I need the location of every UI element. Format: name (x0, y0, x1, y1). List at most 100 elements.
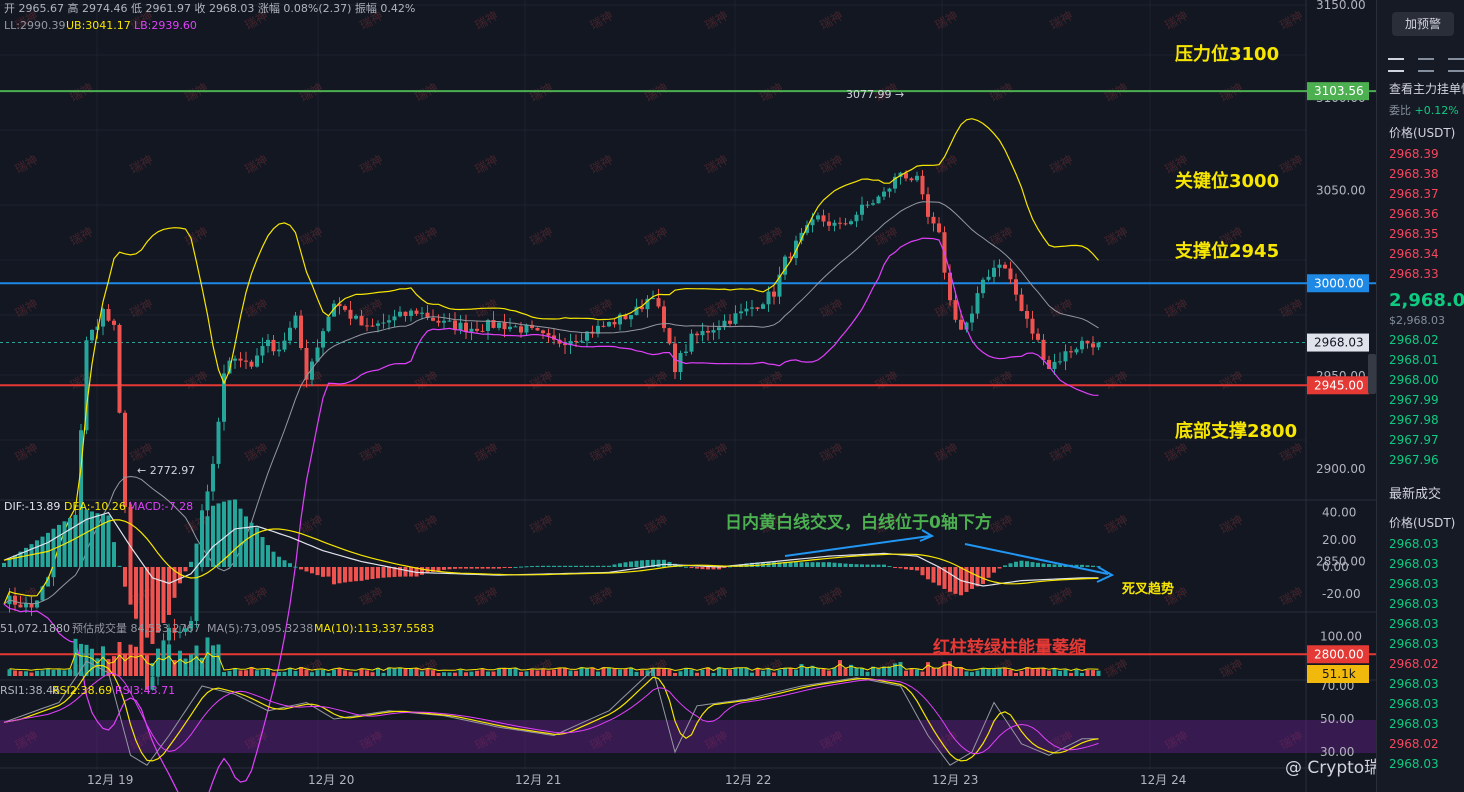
ask-row[interactable]: 2968.34 (1377, 244, 1464, 264)
volume-bar (409, 668, 413, 676)
both-sides-icon[interactable] (1388, 58, 1404, 72)
candle-body (821, 215, 826, 222)
candle-body (480, 330, 485, 332)
bid-row[interactable]: 2968.01 (1377, 350, 1464, 370)
macd-histogram-bar (376, 567, 380, 579)
ask-row[interactable]: 2968.35 (1377, 224, 1464, 244)
volume-bar (68, 669, 72, 676)
view-orders-link[interactable]: 查看主力挂单情 (1377, 78, 1464, 100)
macd-histogram-bar (123, 567, 127, 587)
candle-body (233, 358, 237, 361)
ask-row[interactable]: 2968.39 (1377, 144, 1464, 164)
candle-body (447, 320, 452, 322)
trade-row[interactable]: 2968.03 (1377, 554, 1464, 574)
kline-chart[interactable]: 瑞神 瑞神 瑞神 瑞神 瑞神 瑞神 瑞神 瑞神 瑞神 瑞神 瑞神 瑞神瑞神 瑞神 瑞神 瑞神 瑞神 瑞神 瑞神 瑞神… (0, 0, 1464, 792)
volume-bar (827, 670, 831, 676)
candle-body (18, 604, 23, 608)
volume-bar (755, 668, 760, 676)
volume-bar (695, 672, 699, 676)
bid-row[interactable]: 2967.97 (1377, 430, 1464, 450)
macd-histogram-bar (106, 515, 111, 567)
bid-row[interactable]: 2967.96 (1377, 450, 1464, 470)
volume-bar (365, 670, 369, 676)
price-tick: 3050.00 (1316, 184, 1366, 198)
trade-row[interactable]: 2968.03 (1377, 574, 1464, 594)
trade-row[interactable]: 2968.03 (1377, 754, 1464, 774)
macd-histogram-bar (915, 567, 919, 571)
macd-histogram-bar (101, 514, 105, 567)
candle-body (436, 320, 441, 323)
candle-body (607, 321, 611, 327)
candle-body (431, 317, 435, 321)
candle-body (909, 178, 914, 181)
ask-row[interactable]: 2968.36 (1377, 204, 1464, 224)
candle-body (920, 175, 925, 195)
volume-bar (183, 658, 188, 676)
ask-row[interactable]: 2968.33 (1377, 264, 1464, 284)
bid-row[interactable]: 2967.99 (1377, 390, 1464, 410)
macd-histogram-bar (7, 559, 12, 567)
candle-body (755, 307, 760, 309)
macd-histogram-bar (1085, 565, 1090, 567)
trade-row[interactable]: 2968.03 (1377, 614, 1464, 634)
candle-body (24, 603, 28, 608)
asks-only-icon[interactable] (1448, 58, 1464, 72)
trade-row[interactable]: 2968.03 (1377, 674, 1464, 694)
macd-histogram-bar (568, 565, 573, 567)
trade-row[interactable]: 2968.03 (1377, 714, 1464, 734)
candle-body (497, 322, 501, 328)
volume-bar (656, 668, 661, 676)
macd-histogram-bar (112, 542, 116, 567)
volume-bar (304, 669, 309, 676)
volume-bar (700, 669, 705, 676)
candle-body (194, 565, 199, 622)
macd-histogram-bar (486, 567, 490, 569)
volume-bar (805, 667, 809, 676)
volume-bar (920, 671, 925, 676)
volume-bar (942, 662, 947, 676)
ohlc-legend: 开 2965.67 高 2974.46 低 2961.97 收 2968.03 … (4, 1, 415, 15)
volume-bar (728, 669, 732, 676)
ratio-label: 委比 (1389, 104, 1411, 117)
trades-title[interactable]: 最新成交 (1377, 484, 1464, 506)
bids-only-icon[interactable] (1418, 58, 1434, 72)
rsi3-legend: RSI3:43.71 (115, 684, 175, 697)
trade-row[interactable]: 2968.03 (1377, 594, 1464, 614)
bid-row[interactable]: 2968.00 (1377, 370, 1464, 390)
bid-row[interactable]: 2967.98 (1377, 410, 1464, 430)
macd-histogram-bar (266, 545, 270, 567)
candle-body (541, 330, 545, 334)
trade-row[interactable]: 2968.03 (1377, 534, 1464, 554)
trade-row[interactable]: 2968.02 (1377, 654, 1464, 674)
candle-body (343, 306, 347, 310)
ask-row[interactable]: 2968.37 (1377, 184, 1464, 204)
volume-bar (546, 670, 551, 676)
candle-body (970, 313, 974, 323)
macd-histogram-bar (497, 567, 501, 569)
boll-ll-legend: LL:2990.39 (4, 19, 65, 32)
trade-row[interactable]: 2968.02 (1377, 734, 1464, 754)
volume-bar (167, 644, 171, 676)
ask-row[interactable]: 2968.38 (1377, 164, 1464, 184)
volume-bar (794, 669, 798, 676)
bid-row[interactable]: 2968.02 (1377, 330, 1464, 350)
macd-histogram-bar (359, 567, 364, 581)
macd-histogram-bar (948, 567, 952, 592)
price-tag-text: 2800.00 (1314, 647, 1364, 661)
macd-histogram-bar (1041, 563, 1046, 567)
volume-bar (574, 670, 578, 676)
trade-list: 2968.03 2968.03 2968.03 2968.03 2968.03 2968.… (1377, 534, 1464, 774)
volume-bar (926, 662, 930, 676)
trade-row[interactable]: 2968.03 (1377, 634, 1464, 654)
candle-body (612, 321, 617, 325)
macd-histogram-bar (90, 511, 94, 567)
trade-row[interactable]: 2968.03 (1377, 694, 1464, 714)
last-price-usd: $2,968.03 (1389, 314, 1445, 327)
macd-histogram-bar (535, 565, 540, 567)
candle-body (420, 312, 424, 314)
volume-bar (161, 651, 166, 676)
volume-bar (1058, 670, 1062, 676)
candle-body (953, 300, 958, 320)
macd-histogram-bar (387, 567, 391, 578)
add-alert-button[interactable]: 加预警 (1392, 12, 1454, 36)
